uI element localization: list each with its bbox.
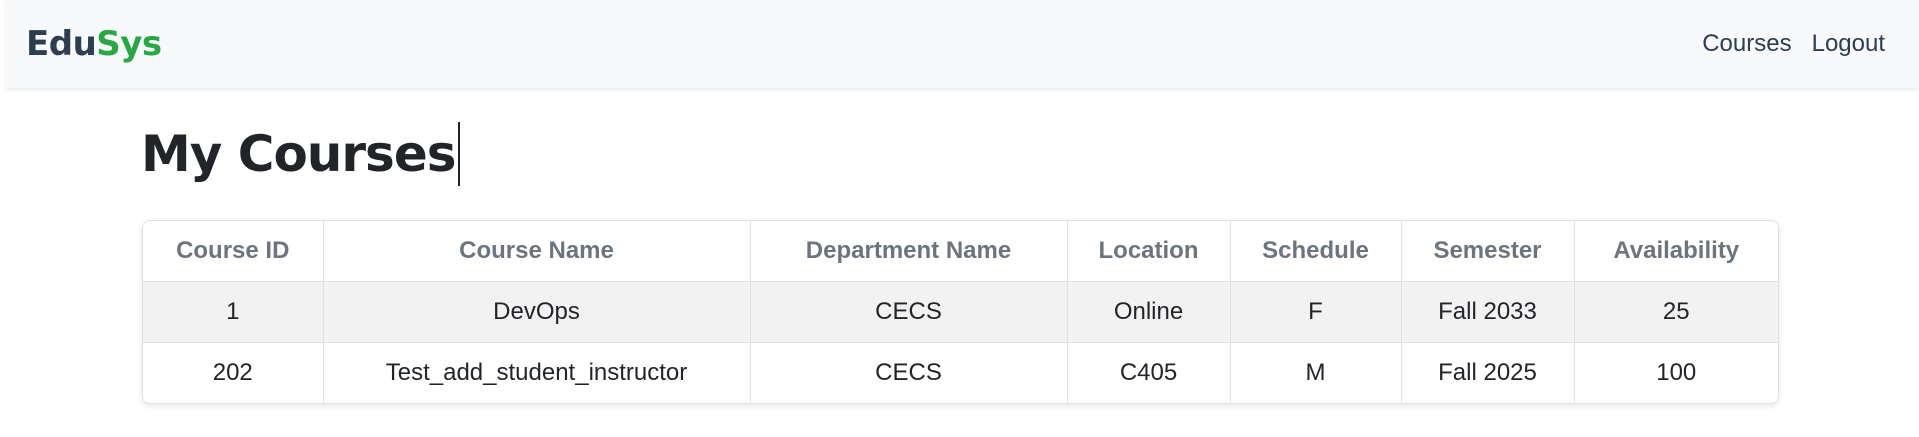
cell-course-name: DevOps <box>323 281 751 343</box>
col-header-course-name: Course Name <box>323 221 751 282</box>
nav-link-courses[interactable]: Courses <box>1702 28 1791 60</box>
cell-availability: 100 <box>1574 342 1778 403</box>
cell-course-id: 202 <box>143 342 324 403</box>
col-header-course-id: Course ID <box>143 221 324 282</box>
cell-semester: Fall 2033 <box>1401 281 1575 343</box>
col-header-department-name: Department Name <box>750 221 1068 282</box>
table-header-row: Course ID Course Name Department Name Lo… <box>143 221 1778 282</box>
brand-logo[interactable]: EduSys <box>26 24 162 64</box>
courses-table: Course ID Course Name Department Name Lo… <box>143 221 1778 403</box>
table-row: 1 DevOps CECS Online F Fall 2033 25 <box>143 281 1778 343</box>
col-header-location: Location <box>1067 221 1231 282</box>
text-caret <box>457 122 460 186</box>
col-header-semester: Semester <box>1401 221 1575 282</box>
brand-part-sys: Sys <box>96 24 162 64</box>
cell-course-id: 1 <box>143 281 324 343</box>
cell-course-name: Test_add_student_instructor <box>323 342 751 403</box>
cell-schedule: M <box>1230 342 1402 403</box>
cell-schedule: F <box>1230 281 1402 343</box>
page-title-text: My Courses <box>141 125 456 183</box>
cell-availability: 25 <box>1574 281 1778 343</box>
col-header-schedule: Schedule <box>1230 221 1402 282</box>
top-navbar: EduSys Courses Logout <box>6 0 1919 88</box>
courses-table-container: Course ID Course Name Department Name Lo… <box>142 220 1779 404</box>
nav-links: Courses Logout <box>1702 28 1885 60</box>
brand-part-edu: Edu <box>26 24 97 64</box>
table-row: 202 Test_add_student_instructor CECS C40… <box>143 342 1778 403</box>
col-header-availability: Availability <box>1574 221 1778 282</box>
cell-semester: Fall 2025 <box>1401 342 1575 403</box>
page-title: My Courses <box>141 122 460 186</box>
cell-department-name: CECS <box>750 342 1068 403</box>
cell-location: C405 <box>1067 342 1231 403</box>
cell-location: Online <box>1067 281 1231 343</box>
nav-link-logout[interactable]: Logout <box>1812 28 1885 60</box>
cell-department-name: CECS <box>750 281 1068 343</box>
